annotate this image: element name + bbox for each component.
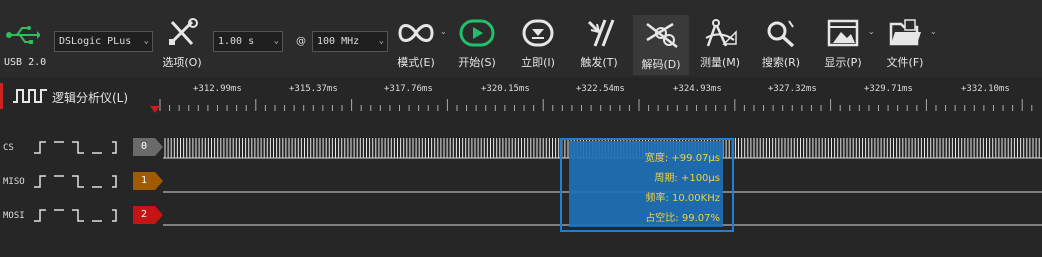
measure-period: 周期: +100μs [654,173,720,184]
usb-icon [6,26,40,44]
measure-duty: 占空比: 99.07% [645,213,720,224]
measure-button[interactable]: 测量(M) [697,16,743,72]
measure-label: 测量(M) [699,56,741,69]
channel-row-mosi[interactable]: MOSI 2 [0,204,1042,238]
channel-name: CS [3,143,14,153]
device-select-value: DSLogic PLus [59,36,132,47]
folder-icon [889,19,921,46]
device-select[interactable]: DSLogic PLus ⌄ [54,31,153,52]
time-ruler[interactable]: 逻辑分析仪(L) +312.99ms +315.37ms +317.76ms +… [0,77,1042,117]
channel-area[interactable]: CS 0 MISO 1 MOSI 2 [0,117,1042,257]
start-label: 开始(S) [458,56,496,69]
channel-index: 1 [140,175,148,186]
play-icon [459,19,495,47]
display-button[interactable]: 显示(P) [818,16,868,72]
mode-label: 模式(E) [397,56,435,69]
channel-name: MISO [3,177,25,187]
chevron-down-icon: ⌄ [273,36,279,46]
usb-version-label: USB 2.0 [4,57,47,68]
trigger-icon [587,19,615,47]
chevron-down-icon: ⌄ [143,36,149,46]
trigger-position-marker [150,106,160,113]
file-button[interactable]: 文件(F) [880,16,930,72]
trigger-options[interactable] [32,173,132,189]
at-symbol: @ [296,36,306,47]
decode-label: 解码(D) [641,58,681,71]
toolbar: USB 2.0 DSLogic PLus ⌄ 选项(O) 1.00 s ⌄ @ … [0,0,1042,77]
chevron-down-icon: ⌄ [378,36,384,46]
options-label: 选项(O) [162,56,202,69]
channel-index: 0 [140,141,148,152]
tools-icon [169,18,198,46]
chevron-down-icon: ⌄ [868,27,875,36]
options-button[interactable]: 选项(O) [160,16,204,72]
start-button[interactable]: 开始(S) [454,16,500,72]
search-label: 搜索(R) [761,56,801,69]
channel-index: 2 [140,209,148,220]
display-icon [827,19,859,47]
trigger-button[interactable]: 触发(T) [576,16,622,72]
instant-capture-icon [522,19,554,47]
compass-icon [705,19,737,47]
decode-icon [646,22,678,48]
chevron-down-icon: ⌄ [930,27,937,36]
measure-frequency: 频率: 10.00KHz [645,193,720,204]
channel-name: MOSI [3,211,25,221]
measurement-popup: 宽度: +99.07μs 周期: +100μs 频率: 10.00KHz 占空比… [560,138,734,232]
search-button[interactable]: 搜索(R) [758,16,804,72]
mode-button[interactable]: 模式(E) [393,16,439,72]
display-label: 显示(P) [824,56,862,69]
instant-button[interactable]: 立即(I) [515,16,561,72]
trigger-label: 触发(T) [580,56,618,69]
search-icon [767,20,795,48]
measure-width: 宽度: +99.07μs [644,153,720,164]
sample-depth-value: 1.00 s [218,36,255,47]
decode-button[interactable]: 解码(D) [633,15,689,75]
trigger-options[interactable] [32,139,132,155]
infinity-icon [398,24,434,42]
sample-rate-value: 100 MHz [317,36,360,47]
sample-depth-select[interactable]: 1.00 s ⌄ [213,31,283,52]
sample-rate-select[interactable]: 100 MHz ⌄ [312,31,388,52]
file-label: 文件(F) [886,56,924,69]
chevron-down-icon: ⌄ [440,27,447,36]
instant-label: 立即(I) [521,56,555,69]
channel-row-miso[interactable]: MISO 1 [0,170,1042,204]
channel-row-cs[interactable]: CS 0 [0,136,1042,170]
ruler-ticks [150,99,1033,113]
trigger-options[interactable] [32,207,132,223]
